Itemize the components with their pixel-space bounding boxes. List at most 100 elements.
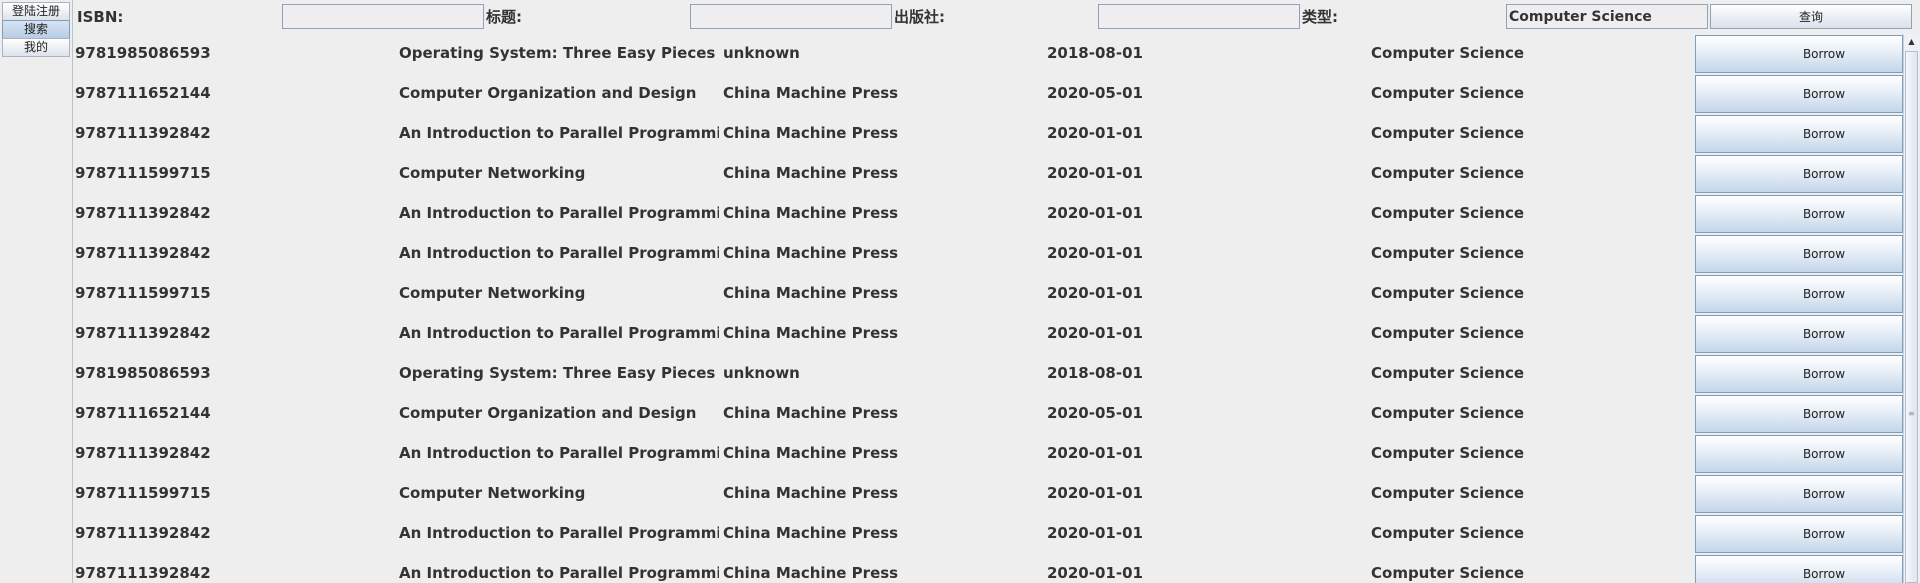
table-row: 9787111599715 Computer Networking China Ma…	[73, 274, 1903, 314]
type-cell: Computer Science	[1371, 204, 1525, 222]
tab-search[interactable]: 搜索	[2, 20, 70, 39]
date-cell: 2020-05-01	[1047, 404, 1143, 422]
title-cell: An Introduction to Parallel Programming	[399, 324, 719, 342]
publisher-cell: China Machine Press	[723, 324, 899, 342]
date-cell: 2020-01-01	[1047, 324, 1143, 342]
isbn-cell: 9787111392842	[75, 324, 211, 342]
publisher-cell: China Machine Press	[723, 284, 899, 302]
type-cell: Computer Science	[1371, 244, 1525, 262]
title-input[interactable]	[690, 4, 892, 29]
isbn-cell: 9787111652144	[75, 84, 211, 102]
title-cell: An Introduction to Parallel Programming	[399, 124, 719, 142]
table-row: 9781985086593 Operating System: Three Eas…	[73, 34, 1903, 74]
borrow-button[interactable]: Borrow	[1695, 475, 1903, 513]
borrow-button[interactable]: Borrow	[1695, 515, 1903, 553]
isbn-cell: 9787111652144	[75, 404, 211, 422]
borrow-button[interactable]: Borrow	[1695, 435, 1903, 473]
query-button[interactable]: 查询	[1710, 4, 1912, 29]
type-cell: Computer Science	[1371, 324, 1525, 342]
search-form: ISBN: 标题: 出版社: 类型: 查询	[73, 3, 1920, 31]
isbn-cell: 9781985086593	[75, 364, 211, 382]
publisher-input[interactable]	[1098, 4, 1300, 29]
publisher-cell: China Machine Press	[723, 124, 899, 142]
vertical-scrollbar[interactable]: ▲ ≡	[1903, 34, 1919, 583]
isbn-input[interactable]	[282, 4, 484, 29]
date-cell: 2020-05-01	[1047, 84, 1143, 102]
table-row: 9787111652144 Computer Organization and D…	[73, 74, 1903, 114]
date-cell: 2018-08-01	[1047, 364, 1143, 382]
tab-bar: 登陆注册 搜索 我的	[0, 0, 72, 583]
library-app-window: 登陆注册 搜索 我的 ISBN: 标题: 出版社: 类型: 查询 9781985…	[0, 0, 1920, 583]
date-cell: 2020-01-01	[1047, 124, 1143, 142]
title-cell: An Introduction to Parallel Programming	[399, 204, 719, 222]
borrow-button[interactable]: Borrow	[1695, 315, 1903, 353]
publisher-cell: China Machine Press	[723, 204, 899, 222]
scroll-up-arrow-icon[interactable]: ▲	[1904, 34, 1919, 50]
title-cell: Computer Organization and Design	[399, 84, 697, 102]
type-cell: Computer Science	[1371, 404, 1525, 422]
table-row: 9787111392842 An Introduction to Parallel…	[73, 114, 1903, 154]
borrow-button[interactable]: Borrow	[1695, 235, 1903, 273]
publisher-cell: China Machine Press	[723, 484, 899, 502]
table-row: 9787111652144 Computer Organization and D…	[73, 394, 1903, 434]
borrow-button[interactable]: Borrow	[1695, 355, 1903, 393]
type-cell: Computer Science	[1371, 44, 1525, 62]
scroll-thumb[interactable]: ≡	[1905, 51, 1918, 583]
borrow-button[interactable]: Borrow	[1695, 75, 1903, 113]
type-cell: Computer Science	[1371, 124, 1525, 142]
type-cell: Computer Science	[1371, 164, 1525, 182]
isbn-cell: 9787111392842	[75, 564, 211, 582]
isbn-cell: 9787111392842	[75, 124, 211, 142]
title-cell: Operating System: Three Easy Pieces	[399, 364, 716, 382]
type-cell: Computer Science	[1371, 444, 1525, 462]
isbn-label: ISBN:	[77, 8, 124, 26]
borrow-button[interactable]: Borrow	[1695, 395, 1903, 433]
publisher-label: 出版社:	[894, 8, 945, 26]
isbn-cell: 9787111599715	[75, 164, 211, 182]
publisher-cell: China Machine Press	[723, 164, 899, 182]
table-row: 9787111599715 Computer Networking China Ma…	[73, 154, 1903, 194]
publisher-cell: China Machine Press	[723, 564, 899, 582]
publisher-cell: unknown	[723, 364, 800, 382]
date-cell: 2020-01-01	[1047, 444, 1143, 462]
borrow-button[interactable]: Borrow	[1695, 35, 1903, 73]
title-cell: Computer Networking	[399, 164, 586, 182]
results-table: 9781985086593 Operating System: Three Eas…	[73, 34, 1903, 583]
scroll-grip-icon: ≡	[1908, 409, 1915, 418]
borrow-button[interactable]: Borrow	[1695, 555, 1903, 583]
table-row: 9787111392842 An Introduction to Parallel…	[73, 194, 1903, 234]
date-cell: 2020-01-01	[1047, 564, 1143, 582]
date-cell: 2020-01-01	[1047, 204, 1143, 222]
isbn-cell: 9781985086593	[75, 44, 211, 62]
table-row: 9787111599715 Computer Networking China Ma…	[73, 474, 1903, 514]
publisher-cell: unknown	[723, 44, 800, 62]
borrow-button[interactable]: Borrow	[1695, 115, 1903, 153]
search-panel: ISBN: 标题: 出版社: 类型: 查询 9781985086593 Opera…	[72, 0, 1920, 583]
borrow-button[interactable]: Borrow	[1695, 275, 1903, 313]
date-cell: 2020-01-01	[1047, 484, 1143, 502]
type-input[interactable]	[1506, 4, 1708, 29]
date-cell: 2020-01-01	[1047, 164, 1143, 182]
isbn-cell: 9787111392842	[75, 204, 211, 222]
borrow-button[interactable]: Borrow	[1695, 155, 1903, 193]
table-row: 9787111392842 An Introduction to Parallel…	[73, 434, 1903, 474]
type-cell: Computer Science	[1371, 284, 1525, 302]
date-cell: 2020-01-01	[1047, 244, 1143, 262]
isbn-cell: 9787111392842	[75, 244, 211, 262]
type-cell: Computer Science	[1371, 84, 1525, 102]
isbn-cell: 9787111392842	[75, 524, 211, 542]
type-cell: Computer Science	[1371, 524, 1525, 542]
publisher-cell: China Machine Press	[723, 404, 899, 422]
isbn-cell: 9787111599715	[75, 284, 211, 302]
publisher-cell: China Machine Press	[723, 524, 899, 542]
table-row: 9781985086593 Operating System: Three Eas…	[73, 354, 1903, 394]
type-label: 类型:	[1302, 8, 1338, 26]
title-cell: An Introduction to Parallel Programming	[399, 564, 719, 582]
tab-login-register[interactable]: 登陆注册	[2, 2, 70, 21]
publisher-cell: China Machine Press	[723, 84, 899, 102]
borrow-button[interactable]: Borrow	[1695, 195, 1903, 233]
date-cell: 2018-08-01	[1047, 44, 1143, 62]
type-cell: Computer Science	[1371, 564, 1525, 582]
isbn-cell: 9787111599715	[75, 484, 211, 502]
tab-mine[interactable]: 我的	[2, 38, 70, 57]
